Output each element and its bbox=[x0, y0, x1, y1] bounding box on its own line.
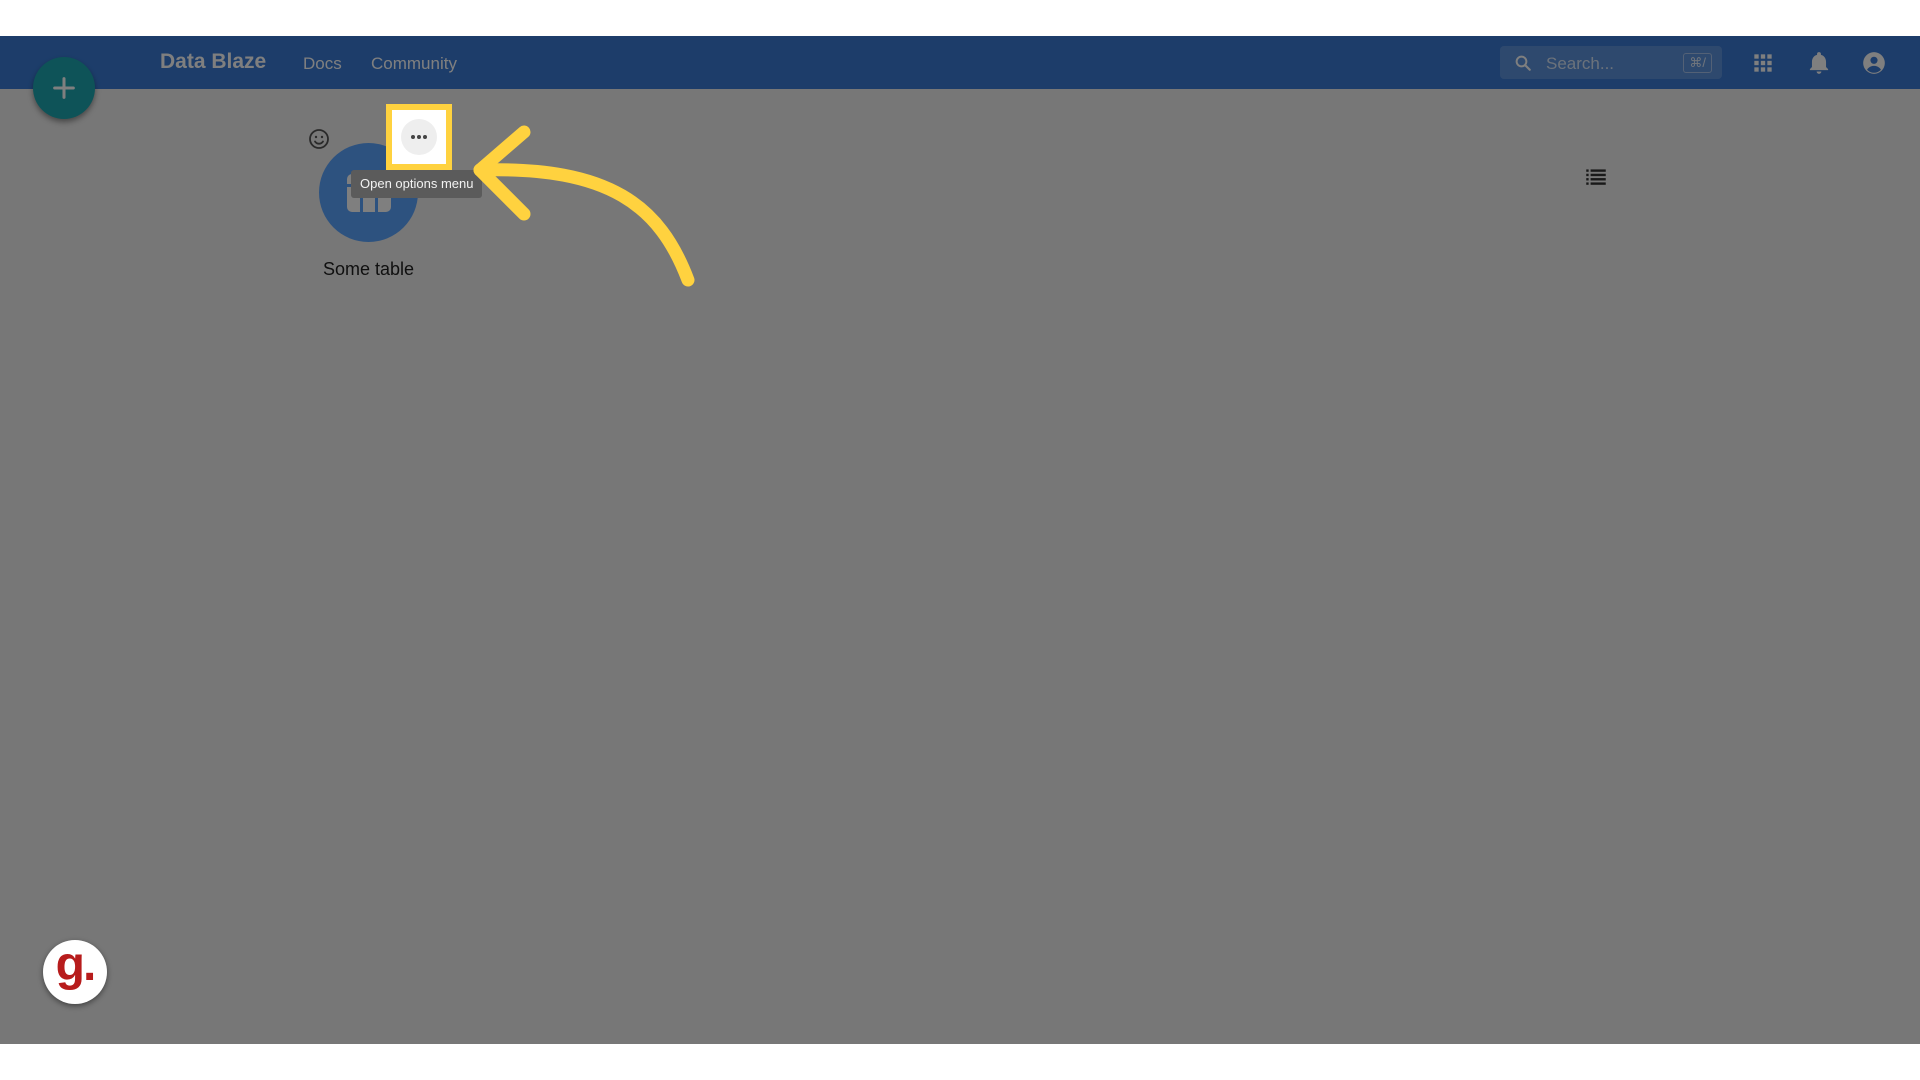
table-options-button[interactable] bbox=[401, 119, 437, 155]
curved-arrow-icon bbox=[473, 125, 695, 287]
dim-overlay bbox=[0, 36, 1920, 1044]
guidde-badge[interactable]: g. bbox=[43, 940, 107, 1004]
guidde-letter: g. bbox=[55, 938, 97, 991]
app-window: Data Blaze Docs Community ⌘/ bbox=[0, 36, 1920, 1044]
more-horizontal-icon bbox=[411, 135, 427, 139]
